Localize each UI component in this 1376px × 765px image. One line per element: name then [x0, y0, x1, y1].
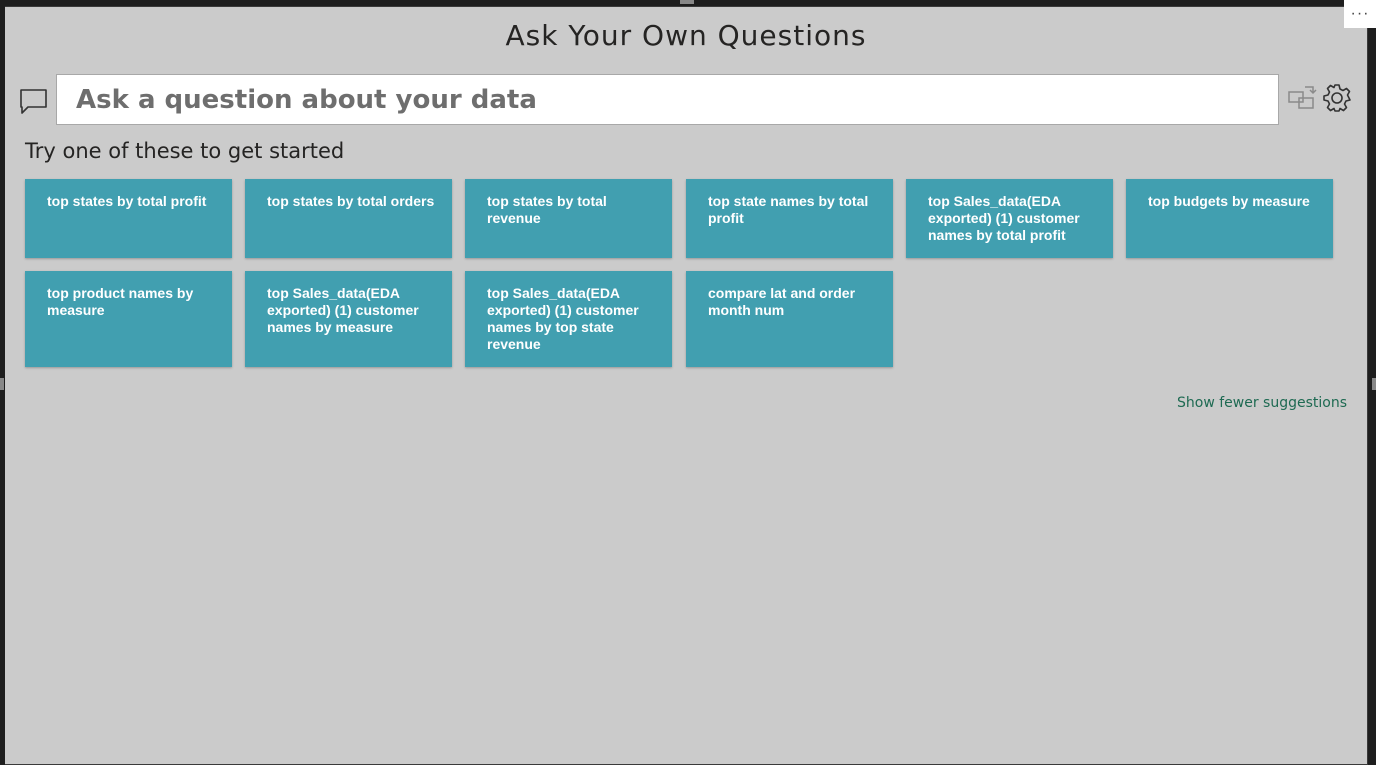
suggestion-card[interactable]: compare lat and order month num	[686, 271, 893, 367]
suggestion-card[interactable]: top Sales_data(EDA exported) (1) custome…	[465, 271, 672, 367]
suggestion-card[interactable]: top Sales_data(EDA exported) (1) custome…	[906, 179, 1113, 258]
suggestion-card[interactable]: top product names by measure	[25, 271, 232, 367]
gear-icon[interactable]	[1322, 83, 1352, 113]
resize-handle-left[interactable]	[0, 378, 4, 390]
suggestion-card[interactable]: top states by total orders	[245, 179, 452, 258]
more-options-icon: ···	[1350, 5, 1370, 22]
show-fewer-suggestions-link[interactable]: Show fewer suggestions	[1177, 395, 1347, 411]
convert-to-visual-icon[interactable]	[1287, 83, 1317, 111]
suggestion-card[interactable]: top states by total profit	[25, 179, 232, 258]
qna-question-box[interactable]	[56, 74, 1279, 125]
suggestion-card[interactable]: top budgets by measure	[1126, 179, 1333, 258]
resize-handle-right[interactable]	[1372, 378, 1376, 390]
qna-visual: Ask Your Own Questions Try one of these …	[4, 6, 1368, 765]
more-options-button[interactable]: ···	[1344, 0, 1376, 28]
chat-bubble-icon	[20, 89, 47, 114]
suggestion-card[interactable]: top states by total revenue	[465, 179, 672, 258]
suggestions-prompt: Try one of these to get started	[25, 139, 345, 163]
suggestion-card[interactable]: top Sales_data(EDA exported) (1) custome…	[245, 271, 452, 367]
suggestion-card[interactable]: top state names by total profit	[686, 179, 893, 258]
report-canvas: Ask Your Own Questions Try one of these …	[0, 0, 1376, 765]
question-input[interactable]	[74, 83, 1278, 116]
resize-handle-top[interactable]	[680, 0, 694, 4]
visual-title: Ask Your Own Questions	[505, 19, 867, 52]
